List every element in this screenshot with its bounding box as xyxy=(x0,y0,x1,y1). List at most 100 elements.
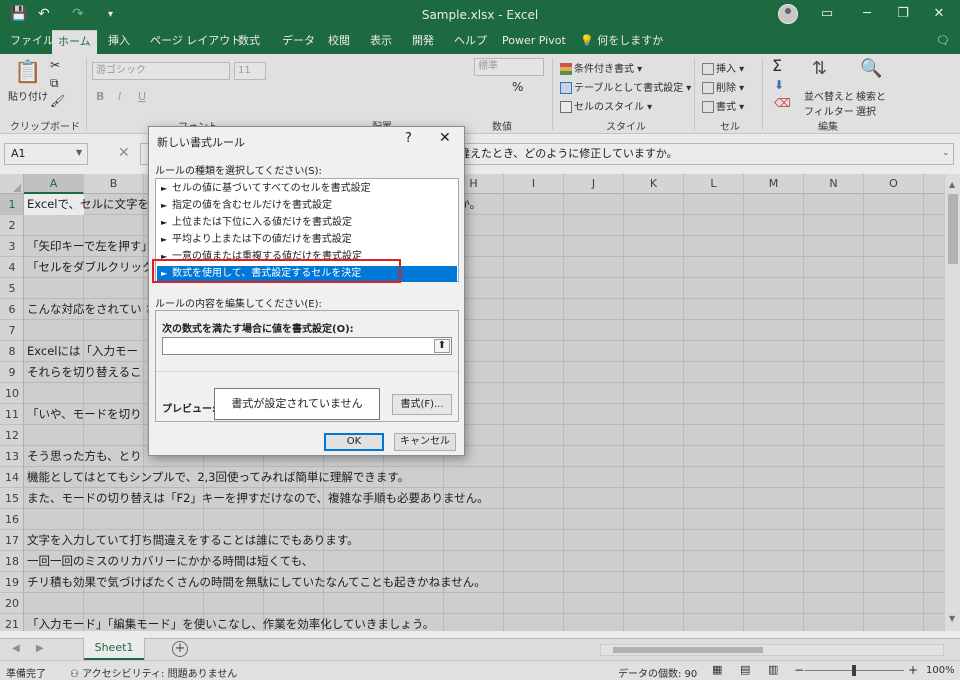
tab-review[interactable]: 校閲 xyxy=(322,30,356,54)
rule-type-item[interactable]: ► セルの値に基づいてすべてのセルを書式設定 xyxy=(157,181,457,197)
cancel-entry-icon[interactable]: ✕ xyxy=(118,145,130,161)
tab-insert[interactable]: 挿入 xyxy=(102,30,136,54)
row-header[interactable]: 2 xyxy=(0,215,23,236)
sheet-tab-sheet1[interactable]: Sheet1 xyxy=(84,638,144,660)
row-header[interactable]: 5 xyxy=(0,278,23,299)
cell-a8[interactable]: Excelには「入力モー xyxy=(27,341,138,362)
row-header[interactable]: 11 xyxy=(0,404,23,425)
cell-a19[interactable]: チリ積も効果で気づけばたくさんの時間を無駄にしていたなんてことも起きかねません。 xyxy=(27,572,486,593)
format-as-table-button[interactable]: テーブルとして書式設定 ▾ xyxy=(560,79,691,94)
rule-type-item[interactable]: ► 平均より上または下の値だけを書式設定 xyxy=(157,232,457,248)
scroll-down-icon[interactable]: ▼ xyxy=(949,614,955,623)
rule-type-item[interactable]: ► 一意の値または重複する値だけを書式設定 xyxy=(157,249,457,265)
horizontal-scrollbar[interactable] xyxy=(600,644,944,656)
zoom-in-button[interactable]: + xyxy=(908,663,918,677)
row-header[interactable]: 6 xyxy=(0,299,23,320)
row-header[interactable]: 15 xyxy=(0,488,23,509)
format-button[interactable]: 書式(F)... xyxy=(392,394,452,415)
accessibility-status[interactable]: ⚇ アクセシビリティ: 問題ありません xyxy=(70,665,237,680)
comments-icon[interactable]: 🗨 xyxy=(930,30,956,54)
tab-power-pivot[interactable]: Power Pivot xyxy=(496,30,572,54)
cell-a11[interactable]: 「いや、モードを切り xyxy=(27,404,142,425)
clear-icon[interactable]: ⌫ xyxy=(774,96,791,110)
minimize-button[interactable]: ─ xyxy=(852,6,882,21)
page-break-view-icon[interactable]: ▥ xyxy=(768,663,778,676)
add-sheet-button[interactable]: + xyxy=(172,641,188,657)
insert-cells-button[interactable]: 挿入 ▾ xyxy=(702,60,744,75)
cell-a13[interactable]: そう思った方も、とり xyxy=(27,446,142,467)
find-select-icon[interactable]: 🔍 xyxy=(860,58,882,79)
font-name-combo[interactable]: 游ゴシック xyxy=(92,62,230,80)
page-layout-view-icon[interactable]: ▤ xyxy=(740,663,750,676)
cell-styles-button[interactable]: セルのスタイル ▾ xyxy=(560,98,652,113)
copy-icon[interactable]: ⧉ xyxy=(50,76,59,91)
rule-type-item[interactable]: ► 指定の値を含むセルだけを書式設定 xyxy=(157,198,457,214)
scroll-up-icon[interactable]: ▲ xyxy=(949,180,955,189)
row-header[interactable]: 3 xyxy=(0,236,23,257)
horizontal-scroll-thumb[interactable] xyxy=(613,647,763,653)
font-size-combo[interactable]: 11 xyxy=(234,62,266,80)
zoom-level[interactable]: 100% xyxy=(926,665,955,676)
row-header[interactable]: 20 xyxy=(0,593,23,614)
ok-button[interactable]: OK xyxy=(324,433,384,451)
zoom-out-button[interactable]: − xyxy=(794,663,804,677)
cancel-button[interactable]: キャンセル xyxy=(394,433,456,451)
tab-view[interactable]: 表示 xyxy=(364,30,398,54)
column-header[interactable]: K xyxy=(624,174,684,194)
row-header[interactable]: 13 xyxy=(0,446,23,467)
rule-type-item-selected[interactable]: ► 数式を使用して、書式設定するセルを決定 xyxy=(157,266,457,282)
format-cells-button[interactable]: 書式 ▾ xyxy=(702,98,744,113)
number-format-combo[interactable]: 標準 xyxy=(474,58,544,76)
select-all-corner[interactable] xyxy=(0,174,24,194)
row-header[interactable]: 12 xyxy=(0,425,23,446)
column-header[interactable]: I xyxy=(504,174,564,194)
column-header[interactable]: B xyxy=(84,174,144,194)
tab-formulas[interactable]: 数式 xyxy=(232,30,266,54)
row-header[interactable]: 9 xyxy=(0,362,23,383)
bold-button[interactable]: B xyxy=(96,90,104,103)
tab-help[interactable]: ヘルプ xyxy=(448,30,493,54)
cut-icon[interactable]: ✂ xyxy=(50,58,60,72)
row-header[interactable]: 17 xyxy=(0,530,23,551)
row-header[interactable]: 4 xyxy=(0,257,23,278)
expand-formula-bar-icon[interactable]: ⌄ xyxy=(942,148,950,158)
cell-a18[interactable]: 一回一回のミスのリカバリーにかかる時間は短くても、 xyxy=(27,551,313,572)
cell-a14[interactable]: 機能としてはとてもシンプルで、2,3回使ってみれば簡単に理解できます。 xyxy=(27,467,409,488)
row-header[interactable]: 7 xyxy=(0,320,23,341)
prev-sheet-icon[interactable]: ◀ xyxy=(12,643,20,654)
sort-filter-icon[interactable]: ⇅ xyxy=(812,58,827,79)
collapse-dialog-icon[interactable]: ⬆ xyxy=(434,339,450,353)
help-button[interactable]: ? xyxy=(405,131,412,146)
row-header[interactable]: 10 xyxy=(0,383,23,404)
paste-button[interactable]: 貼り付け xyxy=(8,88,48,103)
dialog-close-button[interactable]: ✕ xyxy=(439,130,451,146)
column-header[interactable]: N xyxy=(804,174,864,194)
row-header[interactable]: 19 xyxy=(0,572,23,593)
ribbon-display-options-icon[interactable]: ▭ xyxy=(812,6,842,21)
italic-button[interactable]: I xyxy=(118,90,121,103)
delete-cells-button[interactable]: 削除 ▾ xyxy=(702,79,744,94)
conditional-format-button[interactable]: 条件付き書式 ▾ xyxy=(560,60,642,75)
column-header[interactable]: L xyxy=(684,174,744,194)
cell-a15[interactable]: また、モードの切り替えは「F2」キーを押すだけなので、複雑な手順も必要ありません… xyxy=(27,488,489,509)
restore-button[interactable]: ❐ xyxy=(888,6,918,21)
row-header[interactable]: 18 xyxy=(0,551,23,572)
find-select-button[interactable]: 検索と 選択 xyxy=(856,88,886,118)
row-header[interactable]: 14 xyxy=(0,467,23,488)
cell-a4[interactable]: 「セルをダブルクリック xyxy=(27,257,154,278)
percent-button[interactable]: % xyxy=(512,80,523,94)
rule-type-item[interactable]: ► 上位または下位に入る値だけを書式設定 xyxy=(157,215,457,231)
cell-a21[interactable]: 「入力モード」「編集モード」を使いこなし、作業を効率化していきましょう。 xyxy=(27,614,434,631)
next-sheet-icon[interactable]: ▶ xyxy=(36,643,44,654)
name-box-dropdown-icon[interactable]: ▼ xyxy=(76,148,82,157)
row-header[interactable]: 16 xyxy=(0,509,23,530)
column-header[interactable]: J xyxy=(564,174,624,194)
row-header[interactable]: 1 xyxy=(0,194,23,215)
close-button[interactable]: ✕ xyxy=(924,6,954,21)
tell-me-search[interactable]: 💡 何をしますか xyxy=(574,30,669,54)
zoom-slider-thumb[interactable] xyxy=(852,665,856,676)
tab-data[interactable]: データ xyxy=(276,30,321,54)
autosum-button[interactable]: Σ xyxy=(772,56,782,75)
formula-condition-input[interactable]: ⬆ xyxy=(162,337,452,355)
tab-developer[interactable]: 開発 xyxy=(406,30,440,54)
